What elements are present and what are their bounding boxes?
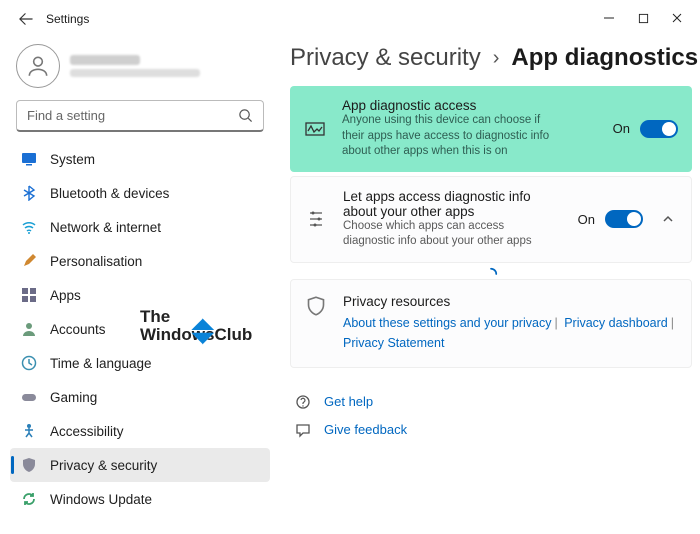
loading-indicator bbox=[290, 267, 692, 279]
search-icon bbox=[238, 108, 253, 123]
shield-icon bbox=[305, 296, 327, 316]
toggle-state-label: On bbox=[578, 212, 595, 227]
sidebar-item-label: Windows Update bbox=[50, 492, 152, 507]
watermark: The WindowsClub ◢◣◥◤ bbox=[140, 308, 252, 373]
chevron-up-icon[interactable] bbox=[659, 213, 677, 225]
window-title: Settings bbox=[46, 12, 89, 26]
give-feedback-link[interactable]: Give feedback bbox=[290, 416, 692, 444]
chevron-right-icon: › bbox=[493, 47, 500, 70]
card-desc: Choose which apps can access diagnostic … bbox=[343, 219, 553, 250]
sidebar-item-label: Personalisation bbox=[50, 254, 142, 269]
list-settings-icon bbox=[305, 209, 327, 229]
sidebar-item-windows-update[interactable]: Windows Update bbox=[10, 482, 270, 516]
apps-icon bbox=[20, 286, 38, 304]
close-button[interactable] bbox=[670, 12, 684, 27]
avatar bbox=[16, 44, 60, 88]
get-help-label: Get help bbox=[324, 394, 373, 409]
accessibility-icon bbox=[20, 422, 38, 440]
feedback-icon bbox=[294, 422, 312, 438]
sidebar-item-system[interactable]: System bbox=[10, 142, 270, 176]
sidebar-item-accessibility[interactable]: Accessibility bbox=[10, 414, 270, 448]
card-privacy-resources: Privacy resources About these settings a… bbox=[290, 279, 692, 368]
minimize-button[interactable] bbox=[602, 12, 616, 27]
main-content: Privacy & security › App diagnostics App… bbox=[276, 38, 700, 534]
search-input[interactable]: Find a setting bbox=[16, 100, 264, 132]
search-placeholder: Find a setting bbox=[27, 108, 105, 123]
give-feedback-label: Give feedback bbox=[324, 422, 407, 437]
bluetooth-icon bbox=[20, 184, 38, 202]
sidebar-item-network[interactable]: Network & internet bbox=[10, 210, 270, 244]
wifi-icon bbox=[20, 218, 38, 236]
clock-icon bbox=[20, 354, 38, 372]
toggle-app-diagnostic-access[interactable] bbox=[640, 120, 678, 138]
get-help-link[interactable]: Get help bbox=[290, 388, 692, 416]
sidebar-item-personalisation[interactable]: Personalisation bbox=[10, 244, 270, 278]
toggle-let-apps-access[interactable] bbox=[605, 210, 643, 228]
toggle-state-label: On bbox=[613, 121, 630, 136]
arrow-left-icon bbox=[19, 12, 33, 26]
card-title: Privacy resources bbox=[343, 294, 677, 309]
back-button[interactable] bbox=[12, 12, 40, 26]
sidebar-item-label: Network & internet bbox=[50, 220, 161, 235]
sidebar-item-label: Bluetooth & devices bbox=[50, 186, 169, 201]
accounts-icon bbox=[20, 320, 38, 338]
link-privacy-statement[interactable]: Privacy Statement bbox=[343, 336, 444, 350]
sidebar-item-bluetooth[interactable]: Bluetooth & devices bbox=[10, 176, 270, 210]
card-title: Let apps access diagnostic info about yo… bbox=[343, 189, 562, 219]
system-icon bbox=[20, 150, 38, 168]
sidebar-item-gaming[interactable]: Gaming bbox=[10, 380, 270, 414]
link-privacy-dashboard[interactable]: Privacy dashboard bbox=[564, 316, 668, 330]
link-about-settings[interactable]: About these settings and your privacy bbox=[343, 316, 551, 330]
sidebar-item-privacy-security[interactable]: Privacy & security bbox=[10, 448, 270, 482]
help-icon bbox=[294, 394, 312, 410]
user-info-redacted bbox=[70, 55, 200, 77]
sidebar: Find a setting System Bluetooth & device… bbox=[0, 38, 276, 534]
gaming-icon bbox=[20, 388, 38, 406]
sidebar-item-label: Time & language bbox=[50, 356, 152, 371]
sidebar-item-label: Apps bbox=[50, 288, 81, 303]
update-icon bbox=[20, 490, 38, 508]
sidebar-item-label: System bbox=[50, 152, 95, 167]
breadcrumb-current: App diagnostics bbox=[511, 44, 698, 72]
brush-icon bbox=[20, 252, 38, 270]
card-desc: Anyone using this device can choose if t… bbox=[342, 113, 552, 160]
sidebar-item-label: Accounts bbox=[50, 322, 106, 337]
shield-icon bbox=[20, 456, 38, 474]
sidebar-item-label: Privacy & security bbox=[50, 458, 157, 473]
maximize-button[interactable] bbox=[636, 12, 650, 27]
sidebar-item-label: Accessibility bbox=[50, 424, 124, 439]
card-let-apps-access[interactable]: Let apps access diagnostic info about yo… bbox=[290, 176, 692, 263]
diagnostics-icon bbox=[304, 119, 326, 139]
user-block[interactable] bbox=[10, 40, 270, 98]
card-app-diagnostic-access: App diagnostic access Anyone using this … bbox=[290, 86, 692, 172]
sidebar-item-label: Gaming bbox=[50, 390, 97, 405]
card-title: App diagnostic access bbox=[342, 98, 597, 113]
person-icon bbox=[25, 53, 51, 79]
breadcrumb-parent[interactable]: Privacy & security bbox=[290, 44, 481, 72]
titlebar: Settings bbox=[0, 0, 700, 38]
breadcrumb: Privacy & security › App diagnostics bbox=[290, 44, 692, 86]
